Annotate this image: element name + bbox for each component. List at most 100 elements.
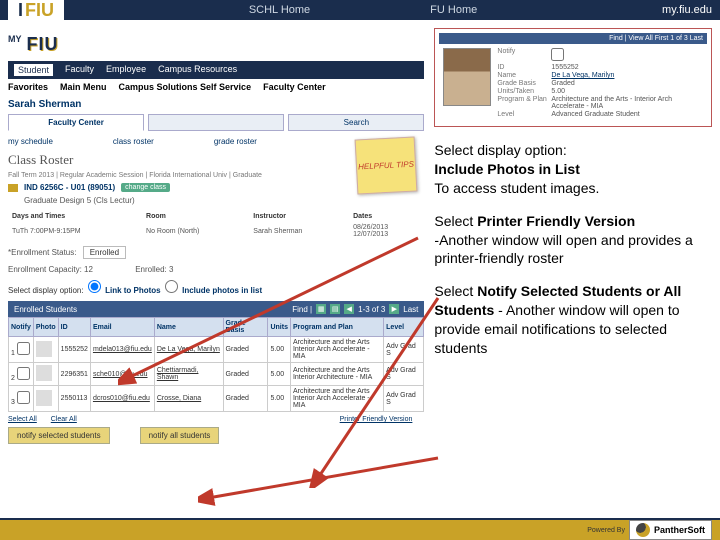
lbl-units: Units/Taken: [497, 88, 547, 95]
next-page-button[interactable]: ▶: [389, 304, 399, 314]
enroll-status-lbl: *Enrollment Status:: [8, 248, 76, 257]
cell-program: Architecture and the Arts Interior Arch …: [290, 337, 383, 363]
cell-email[interactable]: sche010@fiu.edu: [90, 363, 154, 386]
card-header: Find | View All First 1 of 3 Last: [439, 33, 707, 44]
notify-all-button[interactable]: notify all students: [140, 427, 220, 444]
tab-employee[interactable]: Employee: [106, 64, 146, 76]
cell-level: Adv Grad S: [384, 337, 424, 363]
change-class-button[interactable]: change class: [121, 183, 170, 192]
th-program: Program and Plan: [290, 318, 383, 337]
notify-checkbox[interactable]: [17, 367, 30, 380]
cell-basis: Graded: [223, 363, 268, 386]
photo-icon[interactable]: [36, 341, 52, 357]
radio-include-photos[interactable]: [165, 280, 178, 293]
notify-checkbox[interactable]: [17, 391, 30, 404]
download-icon[interactable]: ▤: [330, 304, 340, 314]
panther-text: PantherSoft: [654, 525, 705, 535]
cell-name[interactable]: Crosse, Diana: [154, 386, 223, 412]
find-link[interactable]: Find |: [292, 305, 312, 314]
enrolled-title: Enrolled Students: [14, 305, 77, 314]
table-row: 3 2550113 dcros010@fiu.edu Crosse, Diana…: [9, 386, 424, 412]
display-option-row: Select display option: Link to Photos In…: [8, 280, 424, 295]
val-program: Architecture and the Arts - Interior Arc…: [551, 96, 703, 110]
nav-css[interactable]: Campus Solutions Self Service: [119, 82, 252, 92]
th-photo: Photo: [33, 318, 58, 337]
nav-main[interactable]: Main Menu: [60, 82, 107, 92]
card-notify-checkbox[interactable]: [551, 48, 564, 61]
clear-all-link[interactable]: Clear All: [51, 416, 77, 423]
link-schedule[interactable]: my schedule: [8, 137, 53, 146]
course-detail: Graduate Design 5 (Cls Lectur): [24, 196, 424, 205]
th-dates: Dates: [349, 211, 424, 222]
enroll-status-row: *Enrollment Status: Enrolled: [8, 246, 424, 259]
td-instr: Sarah Sherman: [249, 222, 349, 240]
fc-tabs: Faculty Center Search: [8, 114, 424, 131]
photo-icon[interactable]: [36, 365, 52, 381]
enroll-cap-val: 12: [84, 265, 93, 274]
photo-icon[interactable]: [36, 390, 52, 406]
th-name: Name: [154, 318, 223, 337]
brand-logo: IFIU: [8, 0, 64, 25]
lbl-name: Name: [497, 72, 547, 79]
nav-favorites[interactable]: Favorites: [8, 82, 48, 92]
th-room: Room: [142, 211, 249, 222]
cell-program: Architecture and the Arts Interior Archi…: [290, 363, 383, 386]
cell-basis: Graded: [223, 386, 268, 412]
opt-include-photos[interactable]: Include photos in list: [182, 286, 262, 295]
td-days: TuTh 7:00PM-9:15PM: [8, 222, 142, 240]
link-grade-roster[interactable]: grade roster: [214, 137, 257, 146]
val-name[interactable]: De La Vega, Marilyn: [551, 72, 703, 79]
tab-blank[interactable]: [148, 114, 284, 131]
val-units: 5.00: [551, 88, 703, 95]
course-code: IND 6256C - U01 (89051): [24, 183, 115, 192]
th-basis: Grade Basis: [223, 318, 268, 337]
opt-link-photos[interactable]: Link to Photos: [105, 286, 161, 295]
i1-l2: Include Photos in List: [434, 161, 579, 177]
tab-search[interactable]: Search: [288, 114, 424, 131]
tab-faculty[interactable]: Faculty: [65, 64, 94, 76]
th-units: Units: [268, 318, 291, 337]
notify-selected-button[interactable]: notify selected students: [8, 427, 110, 444]
display-lbl: Select display option:: [8, 286, 84, 295]
cell-email[interactable]: dcros010@fiu.edu: [90, 386, 154, 412]
th-instr: Instructor: [249, 211, 349, 222]
cell-name[interactable]: De La Vega, Marilyn: [154, 337, 223, 363]
tab-student[interactable]: Student: [14, 64, 53, 76]
notify-checkbox[interactable]: [17, 342, 30, 355]
td-room: No Room (North): [142, 222, 249, 240]
grid-icon[interactable]: ▦: [316, 304, 326, 314]
last-link[interactable]: Last: [403, 305, 418, 314]
flag-icon: [8, 184, 18, 192]
link-class-roster[interactable]: class roster: [113, 137, 154, 146]
cell-email[interactable]: mdela013@fiu.edu: [90, 337, 154, 363]
table-row: 2 2296351 sche010@fiu.edu Chettiarmadi, …: [9, 363, 424, 386]
th-email: Email: [90, 318, 154, 337]
select-all-link[interactable]: Select All: [8, 416, 37, 423]
action-buttons: notify selected students notify all stud…: [8, 427, 424, 444]
user-name: Sarah Sherman: [8, 99, 424, 110]
bottom-links: Select All Clear All Printer Friendly Ve…: [8, 416, 424, 423]
brand-text: FIU: [25, 0, 54, 21]
enroll-status-val[interactable]: Enrolled: [83, 246, 126, 259]
nav-fc[interactable]: Faculty Center: [263, 82, 326, 92]
panther-icon: [636, 523, 650, 537]
lbl-notify: Notify: [497, 48, 547, 63]
arrow-3: [198, 448, 448, 508]
lbl-id: ID: [497, 64, 547, 71]
header-link-schl[interactable]: SCHL Home: [249, 4, 310, 16]
th-level: Level: [384, 318, 424, 337]
tab-faculty-center[interactable]: Faculty Center: [8, 114, 144, 131]
card-info: Notify ID1555252 NameDe La Vega, Marilyn…: [497, 48, 703, 118]
table-row: 1 1555252 mdela013@fiu.edu De La Vega, M…: [9, 337, 424, 363]
pfv-link[interactable]: Printer Friendly Version: [340, 416, 413, 423]
header-link-fu[interactable]: FU Home: [430, 4, 477, 16]
tab-campus[interactable]: Campus Resources: [158, 64, 237, 76]
prev-page-button[interactable]: ◀: [344, 304, 354, 314]
cell-id: 1555252: [58, 337, 90, 363]
radio-link-photos[interactable]: [88, 280, 101, 293]
td-dates: 08/26/2013 12/07/2013: [349, 222, 424, 240]
lbl-level: Level: [497, 111, 547, 118]
cell-units: 5.00: [268, 337, 291, 363]
cell-name[interactable]: Chettiarmadi, Shawn: [154, 363, 223, 386]
pager: Find | ▦ ▤ ◀ 1-3 of 3 ▶ Last: [292, 304, 418, 314]
